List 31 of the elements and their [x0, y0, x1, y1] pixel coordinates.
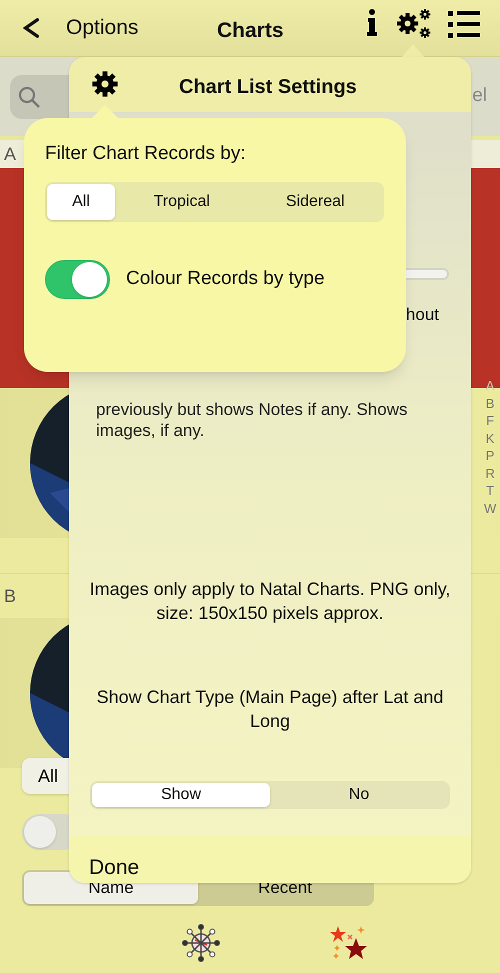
- index-letter[interactable]: W: [484, 500, 496, 517]
- search-icon: [18, 86, 40, 108]
- segment-tab[interactable]: Show: [92, 782, 270, 806]
- network-icon[interactable]: [182, 924, 220, 962]
- popover-title: Chart List Settings: [179, 75, 357, 100]
- settings-icon: [91, 70, 119, 98]
- index-letter[interactable]: B: [486, 394, 494, 412]
- back-button[interactable]: Options: [20, 12, 138, 44]
- segment-tab[interactable]: Tropical: [115, 184, 248, 220]
- index-letter[interactable]: T: [486, 482, 494, 500]
- list-icon[interactable]: [448, 9, 480, 39]
- segment-tab[interactable]: No: [270, 782, 448, 806]
- stars-icon[interactable]: [330, 925, 368, 961]
- setting-label: Show Chart Type (Main Page) after Lat and Long: [96, 686, 444, 732]
- index-letter[interactable]: F: [486, 412, 494, 430]
- toggle-switch[interactable]: [45, 260, 110, 298]
- toggle-label: Colour Records by type: [126, 266, 325, 291]
- section-header: B: [4, 584, 16, 608]
- segment-tab[interactable]: Sidereal: [248, 184, 382, 220]
- nav-title: Charts: [217, 18, 284, 44]
- description-text: hout: [406, 304, 439, 326]
- index-letter[interactable]: R: [485, 464, 495, 482]
- filter-label: Filter Chart Records by:: [45, 142, 247, 166]
- description-text: previously but shows Notes if any. Shows images, if any.: [95, 398, 408, 440]
- info-icon[interactable]: [366, 8, 378, 38]
- back-icon[interactable]: [20, 17, 42, 39]
- index-letter[interactable]: K: [486, 430, 494, 447]
- index-letter[interactable]: P: [486, 447, 494, 464]
- section-header: A: [4, 142, 16, 166]
- segment-tab[interactable]: All: [47, 184, 115, 220]
- description-text: Images only apply to Natal Charts. PNG only, size: 150x150 pixels approx.: [88, 578, 452, 624]
